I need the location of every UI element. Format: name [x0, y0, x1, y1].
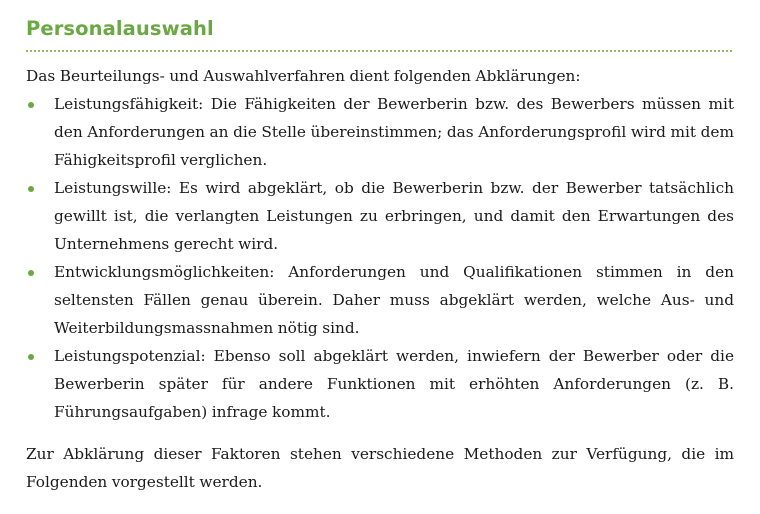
list-item: Leistungspotenzial: Ebenso soll abgeklär… [26, 342, 734, 426]
dotted-divider [26, 50, 732, 52]
bullet-icon [28, 354, 34, 360]
list-item-text: Leistungsfähigkeit: Die Fähigkeiten der … [54, 95, 734, 169]
list-item-text: Leistungswille: Es wird abgeklärt, ob di… [54, 179, 734, 253]
list-item-text: Leistungspotenzial: Ebenso soll abgeklär… [54, 347, 734, 421]
bullet-list: Leistungsfähigkeit: Die Fähigkeiten der … [26, 90, 734, 426]
list-item: Entwicklungsmöglichkeiten: Anforderungen… [26, 258, 734, 342]
intro-paragraph: Das Beurteilungs- und Auswahlverfahren d… [26, 67, 581, 85]
list-item: Leistungswille: Es wird abgeklärt, ob di… [26, 174, 734, 258]
bullet-icon [28, 102, 34, 108]
closing-paragraph: Zur Abklärung dieser Faktoren stehen ver… [26, 445, 734, 491]
document-page: Personalauswahl Das Beurteilungs- und Au… [26, 0, 734, 496]
list-item: Leistungsfähigkeit: Die Fähigkeiten der … [26, 90, 734, 174]
bullet-icon [28, 270, 34, 276]
section-heading: Personalauswahl [26, 17, 214, 40]
list-item-text: Entwicklungsmöglichkeiten: Anforderungen… [54, 263, 734, 337]
bullet-icon [28, 186, 34, 192]
